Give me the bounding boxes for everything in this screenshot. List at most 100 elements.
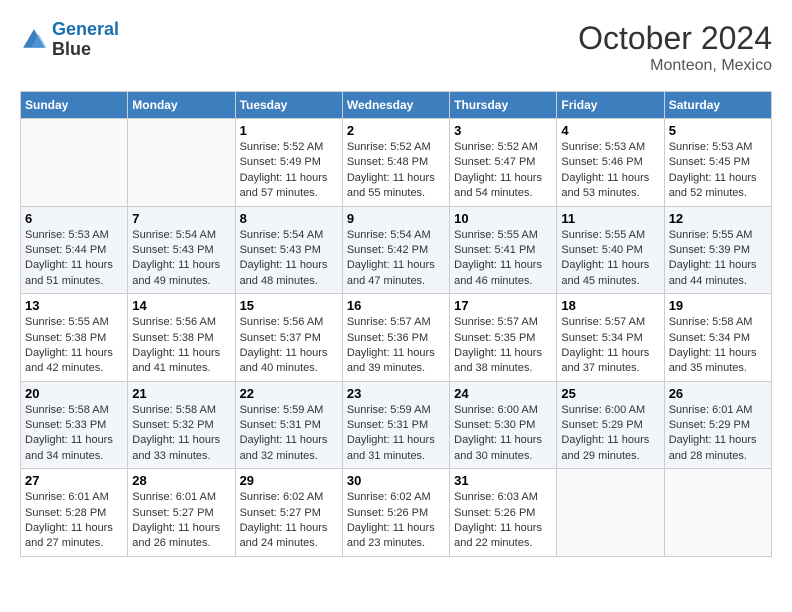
day-info: Sunrise: 5:57 AMSunset: 5:34 PMDaylight:…	[561, 315, 659, 377]
calendar-table: SundayMondayTuesdayWednesdayThursdayFrid…	[20, 91, 772, 557]
calendar-cell	[21, 119, 128, 207]
calendar-cell: 8Sunrise: 5:54 AMSunset: 5:43 PMDaylight…	[235, 206, 342, 294]
calendar-cell: 19Sunrise: 5:58 AMSunset: 5:34 PMDayligh…	[664, 294, 771, 382]
day-number: 6	[25, 211, 123, 226]
calendar-cell: 3 Sunrise: 5:52 AMSunset: 5:47 PMDaylight…	[450, 119, 557, 207]
day-info: Sunrise: 5:53 AMSunset: 5:45 PMDaylight:…	[669, 140, 767, 202]
day-number: 30	[347, 473, 445, 488]
day-number: 2	[347, 123, 445, 138]
header-day-friday: Friday	[557, 92, 664, 119]
day-number: 3	[454, 123, 552, 138]
day-number: 27	[25, 473, 123, 488]
day-number: 25	[561, 386, 659, 401]
day-number: 5	[669, 123, 767, 138]
week-row-1: 1Sunrise: 5:52 AMSunset: 5:49 PMDaylight…	[21, 119, 772, 207]
day-number: 15	[240, 298, 338, 313]
calendar-cell	[557, 469, 664, 557]
logo: General Blue	[20, 20, 119, 60]
day-info: Sunrise: 5:54 AMSunset: 5:42 PMDaylight:…	[347, 228, 445, 290]
day-info: Sunrise: 5:58 AMSunset: 5:33 PMDaylight:…	[25, 403, 123, 465]
day-info: Sunrise: 5:52 AMSunset: 5:47 PMDaylight:…	[454, 140, 552, 202]
day-number: 23	[347, 386, 445, 401]
day-info: Sunrise: 5:56 AMSunset: 5:37 PMDaylight:…	[240, 315, 338, 377]
day-info: Sunrise: 6:03 AMSunset: 5:26 PMDaylight:…	[454, 490, 552, 552]
day-info: Sunrise: 5:57 AMSunset: 5:36 PMDaylight:…	[347, 315, 445, 377]
day-info: Sunrise: 5:56 AMSunset: 5:38 PMDaylight:…	[132, 315, 230, 377]
day-number: 20	[25, 386, 123, 401]
calendar-cell: 10 Sunrise: 5:55 AMSunset: 5:41 PMDayligh…	[450, 206, 557, 294]
day-info: Sunrise: 6:02 AMSunset: 5:26 PMDaylight:…	[347, 490, 445, 552]
day-number: 28	[132, 473, 230, 488]
day-number: 13	[25, 298, 123, 313]
day-info: Sunrise: 5:58 AMSunset: 5:34 PMDaylight:…	[669, 315, 767, 377]
day-info: Sunrise: 5:59 AMSunset: 5:31 PMDaylight:…	[347, 403, 445, 465]
day-info: Sunrise: 6:02 AMSunset: 5:27 PMDaylight:…	[240, 490, 338, 552]
day-info: Sunrise: 6:01 AMSunset: 5:29 PMDaylight:…	[669, 403, 767, 465]
page-header: General Blue October 2024 Monteon, Mexic…	[20, 20, 772, 75]
week-row-5: 27 Sunrise: 6:01 AMSunset: 5:28 PMDayligh…	[21, 469, 772, 557]
title-block: October 2024 Monteon, Mexico	[578, 20, 772, 75]
day-info: Sunrise: 5:54 AMSunset: 5:43 PMDaylight:…	[240, 228, 338, 290]
logo-line2: Blue	[52, 40, 119, 60]
day-number: 24	[454, 386, 552, 401]
day-number: 31	[454, 473, 552, 488]
logo-text: General Blue	[52, 20, 119, 60]
day-number: 16	[347, 298, 445, 313]
calendar-cell: 30 Sunrise: 6:02 AMSunset: 5:26 PMDayligh…	[342, 469, 449, 557]
header-day-tuesday: Tuesday	[235, 92, 342, 119]
location: Monteon, Mexico	[578, 57, 772, 75]
calendar-cell: 15 Sunrise: 5:56 AMSunset: 5:37 PMDayligh…	[235, 294, 342, 382]
day-number: 11	[561, 211, 659, 226]
calendar-cell: 26 Sunrise: 6:01 AMSunset: 5:29 PMDayligh…	[664, 381, 771, 469]
header-day-thursday: Thursday	[450, 92, 557, 119]
calendar-cell: 25 Sunrise: 6:00 AMSunset: 5:29 PMDayligh…	[557, 381, 664, 469]
calendar-cell: 16 Sunrise: 5:57 AMSunset: 5:36 PMDayligh…	[342, 294, 449, 382]
calendar-cell: 17 Sunrise: 5:57 AMSunset: 5:35 PMDayligh…	[450, 294, 557, 382]
day-info: Sunrise: 6:01 AMSunset: 5:27 PMDaylight:…	[132, 490, 230, 552]
calendar-cell: 24 Sunrise: 6:00 AMSunset: 5:30 PMDayligh…	[450, 381, 557, 469]
day-number: 4	[561, 123, 659, 138]
day-info: Sunrise: 5:54 AMSunset: 5:43 PMDaylight:…	[132, 228, 230, 290]
day-info: Sunrise: 5:57 AMSunset: 5:35 PMDaylight:…	[454, 315, 552, 377]
calendar-cell: 13 Sunrise: 5:55 AMSunset: 5:38 PMDayligh…	[21, 294, 128, 382]
day-number: 17	[454, 298, 552, 313]
day-number: 10	[454, 211, 552, 226]
day-info: Sunrise: 5:58 AMSunset: 5:32 PMDaylight:…	[132, 403, 230, 465]
month-year: October 2024	[578, 20, 772, 57]
day-info: Sunrise: 5:55 AMSunset: 5:41 PMDaylight:…	[454, 228, 552, 290]
header-row: SundayMondayTuesdayWednesdayThursdayFrid…	[21, 92, 772, 119]
day-info: Sunrise: 5:59 AMSunset: 5:31 PMDaylight:…	[240, 403, 338, 465]
header-day-saturday: Saturday	[664, 92, 771, 119]
calendar-cell: 23 Sunrise: 5:59 AMSunset: 5:31 PMDayligh…	[342, 381, 449, 469]
day-number: 26	[669, 386, 767, 401]
calendar-cell: 22 Sunrise: 5:59 AMSunset: 5:31 PMDayligh…	[235, 381, 342, 469]
logo-line1: General	[52, 19, 119, 39]
day-info: Sunrise: 6:00 AMSunset: 5:30 PMDaylight:…	[454, 403, 552, 465]
calendar-cell: 5 Sunrise: 5:53 AMSunset: 5:45 PMDaylight…	[664, 119, 771, 207]
calendar-cell: 29 Sunrise: 6:02 AMSunset: 5:27 PMDayligh…	[235, 469, 342, 557]
calendar-cell: 18Sunrise: 5:57 AMSunset: 5:34 PMDayligh…	[557, 294, 664, 382]
header-day-monday: Monday	[128, 92, 235, 119]
day-info: Sunrise: 5:55 AMSunset: 5:39 PMDaylight:…	[669, 228, 767, 290]
day-info: Sunrise: 5:53 AMSunset: 5:44 PMDaylight:…	[25, 228, 123, 290]
day-info: Sunrise: 6:01 AMSunset: 5:28 PMDaylight:…	[25, 490, 123, 552]
calendar-cell: 28 Sunrise: 6:01 AMSunset: 5:27 PMDayligh…	[128, 469, 235, 557]
day-info: Sunrise: 5:55 AMSunset: 5:38 PMDaylight:…	[25, 315, 123, 377]
day-number: 14	[132, 298, 230, 313]
week-row-4: 20 Sunrise: 5:58 AMSunset: 5:33 PMDayligh…	[21, 381, 772, 469]
day-number: 22	[240, 386, 338, 401]
header-day-sunday: Sunday	[21, 92, 128, 119]
calendar-cell: 4Sunrise: 5:53 AMSunset: 5:46 PMDaylight…	[557, 119, 664, 207]
calendar-cell: 20 Sunrise: 5:58 AMSunset: 5:33 PMDayligh…	[21, 381, 128, 469]
day-number: 21	[132, 386, 230, 401]
calendar-cell: 2 Sunrise: 5:52 AMSunset: 5:48 PMDaylight…	[342, 119, 449, 207]
day-info: Sunrise: 5:52 AMSunset: 5:48 PMDaylight:…	[347, 140, 445, 202]
calendar-cell: 12 Sunrise: 5:55 AMSunset: 5:39 PMDayligh…	[664, 206, 771, 294]
calendar-cell: 7Sunrise: 5:54 AMSunset: 5:43 PMDaylight…	[128, 206, 235, 294]
day-info: Sunrise: 6:00 AMSunset: 5:29 PMDaylight:…	[561, 403, 659, 465]
week-row-2: 6 Sunrise: 5:53 AMSunset: 5:44 PMDaylight…	[21, 206, 772, 294]
day-number: 29	[240, 473, 338, 488]
calendar-cell: 21 Sunrise: 5:58 AMSunset: 5:32 PMDayligh…	[128, 381, 235, 469]
day-number: 12	[669, 211, 767, 226]
day-number: 1	[240, 123, 338, 138]
